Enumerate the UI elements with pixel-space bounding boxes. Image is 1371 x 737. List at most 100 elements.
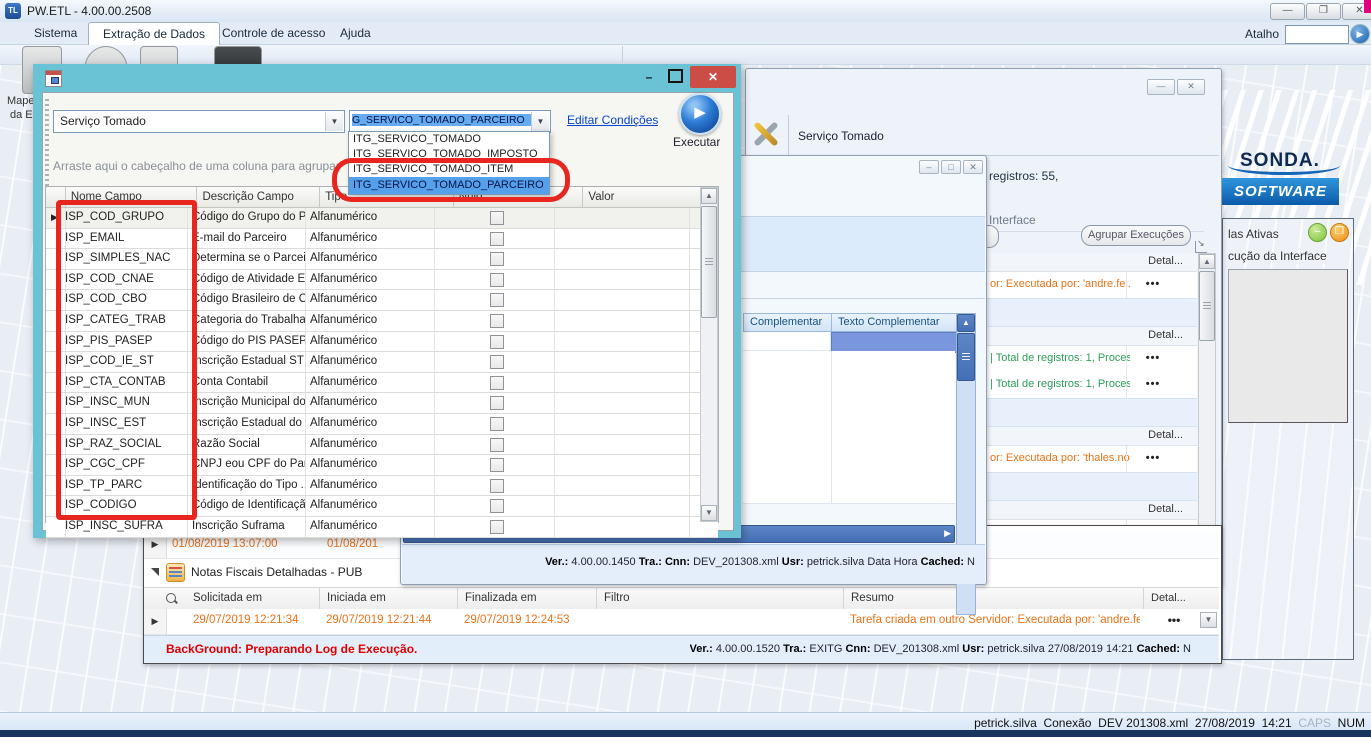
maximize-button[interactable]: □ <box>941 160 961 174</box>
close-icon[interactable]: ✕ <box>963 160 983 174</box>
empty-grid-row[interactable] <box>743 370 955 390</box>
collapse-triangle-icon[interactable] <box>151 568 159 576</box>
statusbar-items: petrick.silva Conexão DEV 201308.xml 27/… <box>974 716 1365 730</box>
nulo-checkbox[interactable] <box>490 478 504 493</box>
table-row[interactable]: ▶ 29/07/2019 12:21:34 29/07/2019 12:21:4… <box>144 609 1219 635</box>
empty-grid-row[interactable] <box>743 427 955 447</box>
close-icon[interactable]: ✕ <box>1177 79 1205 95</box>
header-solicitada[interactable]: Solicitada em <box>193 592 262 604</box>
scroll-right-icon[interactable]: ▶ <box>944 528 951 539</box>
cell-descricao-campo: Código de Atividade E... <box>187 269 306 290</box>
empty-grid-row[interactable] <box>743 408 955 428</box>
nulo-checkbox[interactable] <box>490 416 504 431</box>
cell-tipo: Alfanumérico <box>305 475 435 496</box>
chevron-down-icon[interactable]: ▼ <box>531 112 549 131</box>
grid-scrollbar[interactable]: ▲ ▼ <box>700 187 718 522</box>
header-complementar[interactable]: Complementar <box>743 313 838 332</box>
dialog-minimize-icon[interactable]: – <box>640 70 658 84</box>
detalhes-ellipsis-button[interactable]: ••• <box>1133 272 1173 296</box>
nulo-checkbox[interactable] <box>490 231 504 246</box>
nulo-checkbox[interactable] <box>490 355 504 370</box>
cell-tipo: Alfanumérico <box>305 516 435 537</box>
nulo-checkbox[interactable] <box>490 458 504 473</box>
minimize-button[interactable]: – <box>919 160 939 174</box>
cell-valor <box>559 496 690 516</box>
header-descricao-campo[interactable]: Descrição Campo <box>197 187 321 207</box>
detalhes-ellipsis-button[interactable]: ••• <box>1154 613 1194 627</box>
restore-button[interactable]: ❐ <box>1306 3 1341 20</box>
nulo-checkbox[interactable] <box>490 437 504 452</box>
nulo-checkbox[interactable] <box>490 293 504 308</box>
tab-servico-tomado[interactable]: Serviço Tomado <box>798 129 884 143</box>
header-texto-complementar[interactable]: Texto Complementar <box>831 313 962 332</box>
selected-cell[interactable] <box>831 332 957 353</box>
detal-label[interactable]: Detal... <box>1148 503 1183 515</box>
minimize-green-button[interactable]: – <box>1308 223 1327 242</box>
header-valor[interactable]: Valor <box>583 187 718 207</box>
tabela-combobox[interactable]: G_SERVICO_TOMADO_PARCEIRO ▼ <box>349 110 551 133</box>
detal-label[interactable]: Detal... <box>1148 429 1183 441</box>
group-expander-icon[interactable] <box>1195 238 1207 253</box>
atalho-input[interactable] <box>1285 25 1349 44</box>
cell-nulo <box>434 475 555 496</box>
app-icon: TL <box>5 3 21 19</box>
empty-grid-row[interactable] <box>743 484 955 504</box>
tab-controle-de-acesso[interactable]: Controle de acesso <box>208 22 339 44</box>
cell-valor <box>559 269 690 290</box>
agrupar-execucoes-button[interactable]: Agrupar Execuções <box>1081 225 1191 246</box>
tab-extracao-de-dados[interactable]: Extração de Dados <box>88 22 221 45</box>
nulo-checkbox[interactable] <box>490 211 504 225</box>
scroll-up-icon[interactable]: ▲ <box>957 314 975 332</box>
status-conexao-label: Conexão <box>1043 716 1092 730</box>
nulo-checkbox[interactable] <box>490 313 504 328</box>
nulo-checkbox[interactable] <box>490 375 504 390</box>
dialog-maximize-icon[interactable] <box>668 69 683 83</box>
tab-sistema[interactable]: Sistema <box>20 22 91 44</box>
scroll-down-icon[interactable]: ▼ <box>701 505 717 521</box>
scroll-up-icon[interactable]: ▲ <box>701 188 717 204</box>
minimize-button[interactable]: — <box>1147 79 1175 95</box>
interface-combobox[interactable]: Serviço Tomado ▼ <box>53 110 345 133</box>
search-icon[interactable] <box>166 593 176 603</box>
scroll-down-icon[interactable]: ▼ <box>1200 612 1217 628</box>
w2-statusbar: Ver.: 4.00.00.1450 Tra.: Cnn: DEV_201308… <box>402 544 985 584</box>
detal-label[interactable]: Detal... <box>1148 329 1183 341</box>
detalhes-ellipsis-button[interactable]: ••• <box>1133 346 1173 370</box>
nulo-checkbox[interactable] <box>490 499 504 514</box>
empty-grid-row[interactable] <box>743 389 955 409</box>
nulo-checkbox[interactable] <box>490 519 504 534</box>
dialog-close-button[interactable]: ✕ <box>690 66 736 88</box>
editar-condicoes-link[interactable]: Editar Condições <box>567 113 658 127</box>
empty-grid-row[interactable] <box>743 446 955 466</box>
detalhes-ellipsis-button[interactable]: ••• <box>1133 446 1173 470</box>
group-title: Notas Fiscais Detalhadas - PUB <box>191 565 363 579</box>
tools-icon[interactable] <box>752 121 778 147</box>
w2-scroll-thumb[interactable] <box>957 333 975 381</box>
tab-ajuda[interactable]: Ajuda <box>326 22 385 44</box>
nulo-checkbox[interactable] <box>490 272 504 287</box>
detal-label[interactable]: Detal... <box>1148 255 1183 267</box>
cell-resumo: Tarefa criada em outro Servidor: Executa… <box>850 614 1140 626</box>
detalhes-ellipsis-button[interactable]: ••• <box>1133 372 1173 396</box>
empty-grid-row[interactable] <box>743 465 955 485</box>
atalho-go-icon[interactable]: ▶ <box>1350 24 1370 44</box>
cell[interactable] <box>743 332 831 351</box>
nulo-checkbox[interactable] <box>490 396 504 411</box>
scroll-up-icon[interactable]: ▲ <box>1199 254 1215 269</box>
dropdown-item[interactable]: ITG_SERVICO_TOMADO <box>349 132 549 147</box>
cell-valor <box>559 310 690 331</box>
grid-scroll-thumb[interactable] <box>701 206 717 318</box>
chevron-down-icon[interactable]: ▼ <box>325 112 343 131</box>
empty-grid-row[interactable] <box>743 351 955 371</box>
nulo-checkbox[interactable] <box>490 252 504 267</box>
restore-orange-button[interactable]: ❒ <box>1330 223 1349 242</box>
sonda-swoosh <box>1228 156 1340 175</box>
toolbar-separator <box>788 115 789 155</box>
cell-valor <box>559 455 690 475</box>
minimize-button[interactable]: — <box>1270 3 1305 20</box>
cell-descricao-campo: Inscrição Estadual do ... <box>187 413 306 434</box>
cell-nulo <box>434 310 555 331</box>
executar-play-icon[interactable]: ▶ <box>679 93 721 135</box>
nulo-checkbox[interactable] <box>490 334 504 349</box>
w1-scroll-thumb[interactable] <box>1199 271 1215 341</box>
